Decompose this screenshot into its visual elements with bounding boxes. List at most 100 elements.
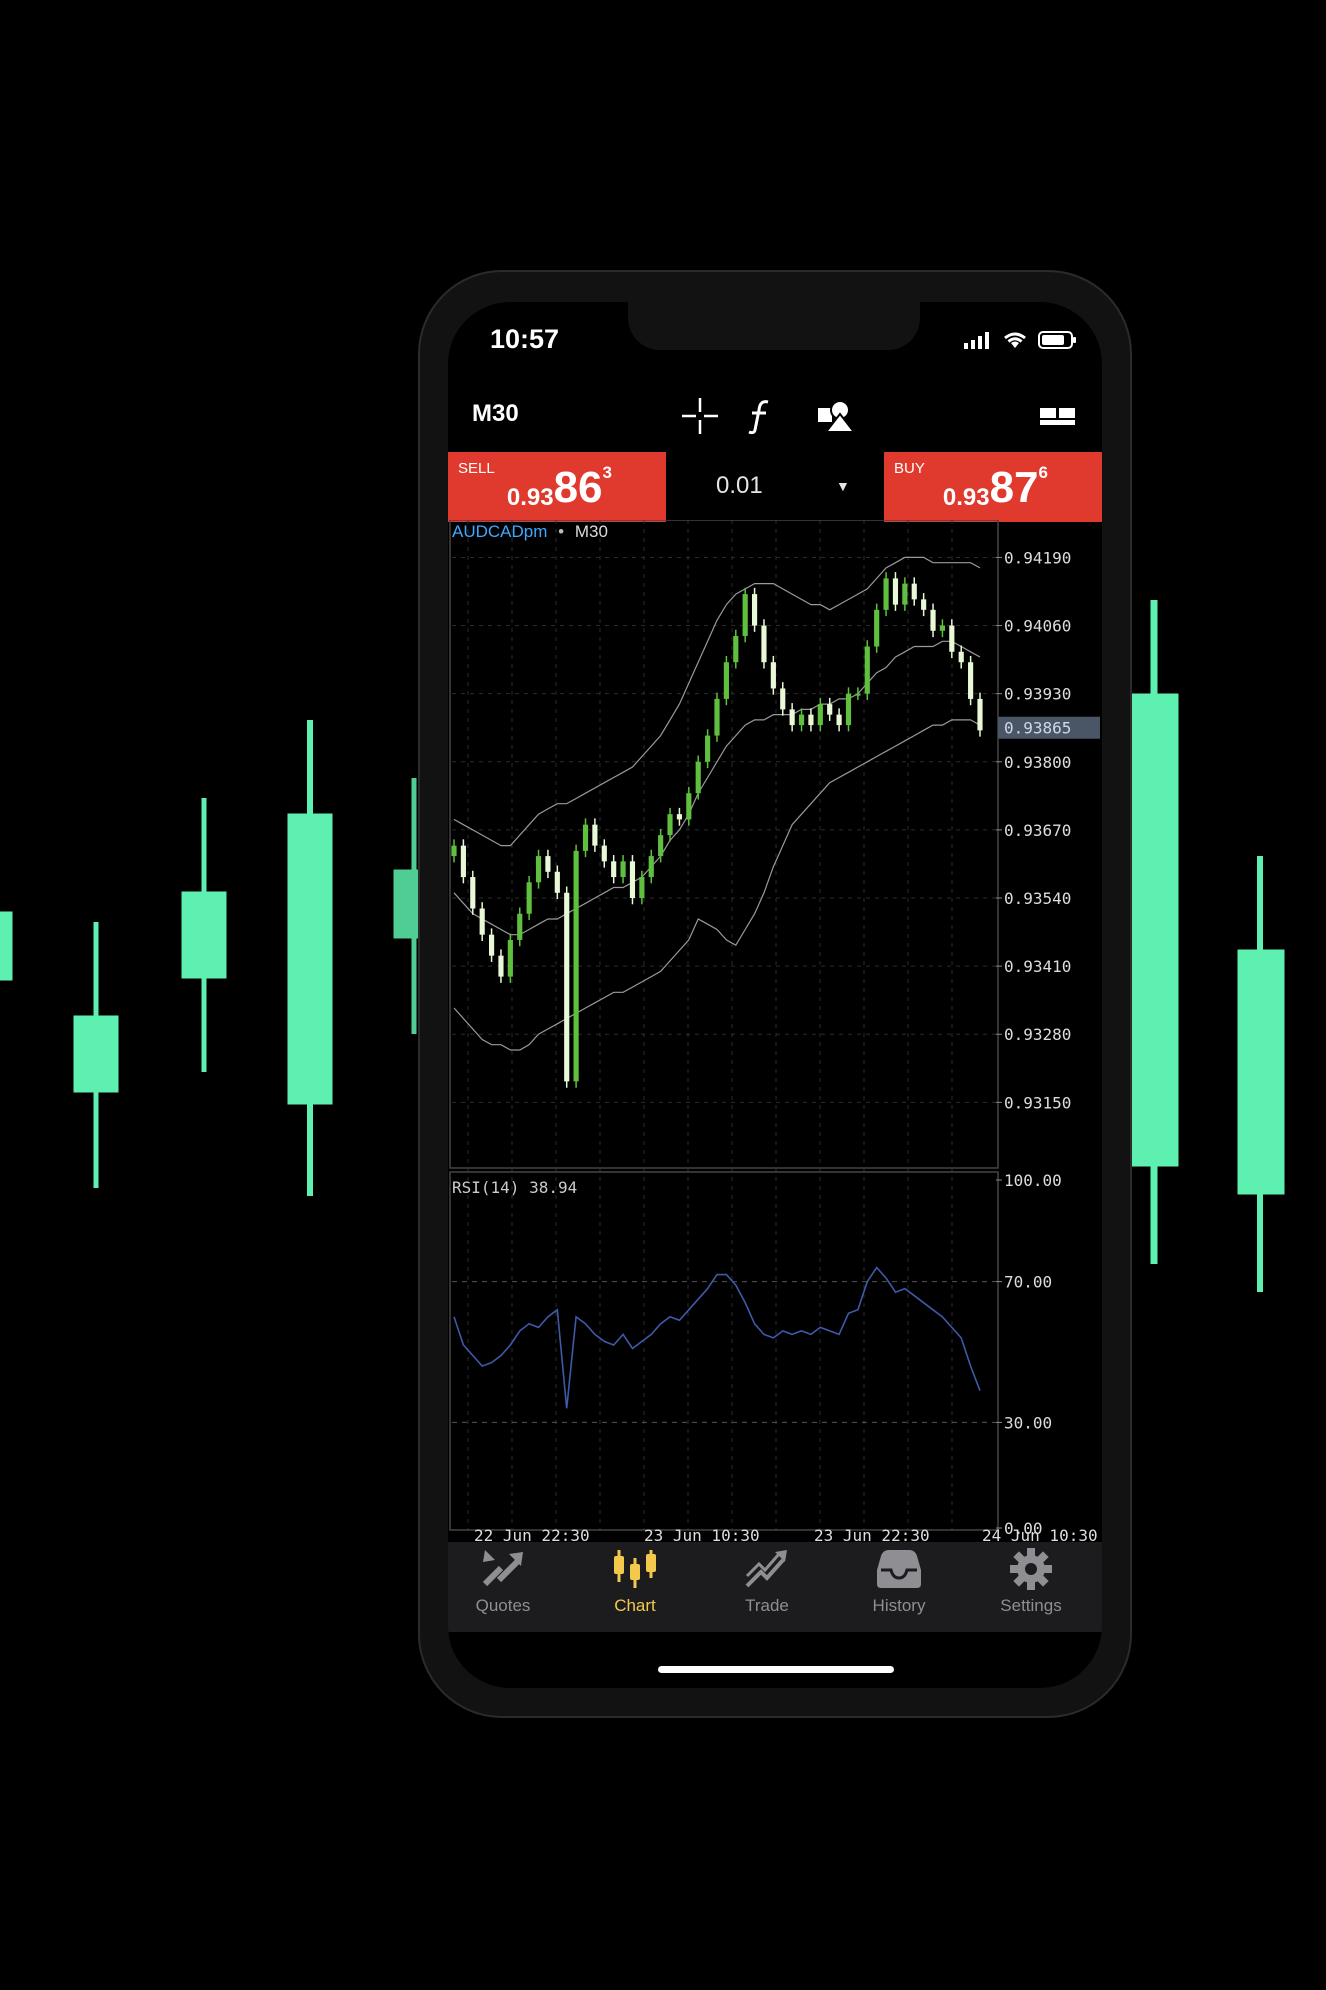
candle-body xyxy=(507,939,513,977)
wifi-icon xyxy=(1004,332,1026,348)
deco-candle xyxy=(181,798,227,1072)
price-chart[interactable]: 0.94190 0.94060 0.93930 0.93800 0.93670 0.935… xyxy=(448,520,1102,1542)
multi-chart-icon[interactable] xyxy=(1038,396,1078,436)
buy-price: 0.93876 xyxy=(942,463,1048,512)
buy-price-pips: 87 xyxy=(989,463,1039,512)
rsi-chart-border xyxy=(449,1171,999,1531)
candle-body xyxy=(667,814,673,836)
deco-candle xyxy=(0,911,13,981)
sell-button[interactable]: SELL 0.93863 xyxy=(448,452,666,522)
y-tick-label: 0.93150 xyxy=(1004,1093,1071,1112)
rsi-indicator xyxy=(453,1266,981,1409)
tab-label-chart: Chart xyxy=(614,1596,656,1615)
one-click-trading-panel: SELL 0.93863 0.01 ▼ BUY 0.93876 xyxy=(448,452,1102,522)
signal-icon xyxy=(964,332,989,349)
y-tick-label: 0.93800 xyxy=(1004,753,1071,772)
tab-settings[interactable]: Settings xyxy=(976,1548,1086,1632)
y-tick-label: 0.94060 xyxy=(1004,617,1071,636)
home-indicator xyxy=(658,1666,894,1673)
candle-body xyxy=(930,609,936,631)
candle-body xyxy=(968,662,974,699)
candle-body xyxy=(892,578,899,605)
candle-body xyxy=(479,908,485,935)
candle-body xyxy=(864,646,870,694)
sell-price-prefix: 0.93 xyxy=(506,484,554,511)
candle-body xyxy=(611,861,617,878)
bollinger-middle xyxy=(453,640,981,936)
trade-icon xyxy=(745,1550,787,1588)
chart-toolbar: M30 xyxy=(448,382,1102,450)
deco-candle xyxy=(393,778,419,1034)
tab-history[interactable]: History xyxy=(844,1548,954,1632)
indicators-icon[interactable] xyxy=(740,396,780,436)
deco-candle xyxy=(1237,856,1285,1292)
sell-price: 0.93863 xyxy=(506,463,612,512)
candle-body xyxy=(770,662,776,689)
deco-candle xyxy=(1131,600,1179,1264)
phone-screen: 10:57 M30 SELL 0.93863 0.01 ▼ BUY 0.9387… xyxy=(448,302,1102,1688)
main-chart-border xyxy=(449,520,999,1169)
tab-label-quotes: Quotes xyxy=(475,1596,531,1615)
candle-body xyxy=(958,651,964,663)
candle-body xyxy=(827,704,833,715)
candle-body xyxy=(582,824,589,851)
candle-body xyxy=(470,877,476,909)
candle-body xyxy=(949,625,955,652)
candle-body xyxy=(817,704,823,726)
candle-body xyxy=(648,856,654,878)
buy-button[interactable]: BUY 0.93876 xyxy=(884,452,1102,522)
candle-body xyxy=(789,709,795,726)
tab-label-settings: Settings xyxy=(1000,1596,1062,1615)
y-tick-label: 0.94190 xyxy=(1004,548,1071,567)
candle-body xyxy=(808,714,814,726)
candle-body xyxy=(911,583,917,600)
rsi-tick-label: 70.00 xyxy=(1004,1273,1052,1292)
timeframe-button[interactable]: M30 xyxy=(472,400,519,428)
bottom-tab-bar: Quotes Chart Trade History Settings xyxy=(448,1542,1102,1632)
sell-price-points: 3 xyxy=(602,463,612,482)
y-tick-label: 0.93670 xyxy=(1004,821,1071,840)
chart-icon xyxy=(614,1550,656,1588)
candle-body xyxy=(620,861,626,878)
candle-body xyxy=(855,693,861,696)
candle-body xyxy=(902,583,908,605)
rsi-tick-label: 30.00 xyxy=(1004,1413,1052,1432)
deco-candle xyxy=(287,720,333,1196)
candle-body xyxy=(733,636,739,663)
tab-trade[interactable]: Trade xyxy=(712,1548,822,1632)
battery-icon xyxy=(1038,331,1076,349)
objects-icon[interactable] xyxy=(816,396,856,436)
candle-body xyxy=(751,594,758,626)
candle-body xyxy=(460,845,466,878)
history-icon xyxy=(877,1550,921,1588)
chevron-down-icon: ▼ xyxy=(836,478,850,494)
x-tick-label: 22 Jun 22:30 xyxy=(474,1526,590,1542)
buy-price-prefix: 0.93 xyxy=(942,484,990,511)
candle-body xyxy=(535,856,542,883)
candle-body xyxy=(601,845,607,862)
x-tick-label: 23 Jun 10:30 xyxy=(644,1526,760,1542)
sell-price-pips: 86 xyxy=(553,463,603,512)
candle-body xyxy=(545,856,551,872)
y-tick-label: 0.93930 xyxy=(1004,685,1071,704)
candle-body xyxy=(883,578,889,610)
y-tick-label: 0.93540 xyxy=(1004,889,1071,908)
candle-body xyxy=(573,850,579,1082)
candle-body xyxy=(676,814,683,820)
price-axis: 0.94190 0.94060 0.93930 0.93800 0.93670 0.935… xyxy=(996,548,1100,1112)
candle-body xyxy=(714,698,720,736)
settings-icon xyxy=(1010,1548,1052,1590)
tab-chart[interactable]: Chart xyxy=(580,1548,690,1632)
candle-body xyxy=(639,877,645,899)
x-tick-label: 23 Jun 22:30 xyxy=(814,1526,930,1542)
volume-selector[interactable]: 0.01 ▼ xyxy=(666,452,884,522)
crosshair-icon[interactable] xyxy=(680,396,720,436)
candle-body xyxy=(761,625,767,663)
candle-body xyxy=(695,761,701,794)
candle-body xyxy=(554,871,560,893)
candle-body xyxy=(629,861,636,899)
candle-body xyxy=(451,845,457,857)
deco-candle xyxy=(73,922,119,1188)
status-icons xyxy=(964,330,1078,350)
tab-quotes[interactable]: Quotes xyxy=(448,1548,558,1632)
